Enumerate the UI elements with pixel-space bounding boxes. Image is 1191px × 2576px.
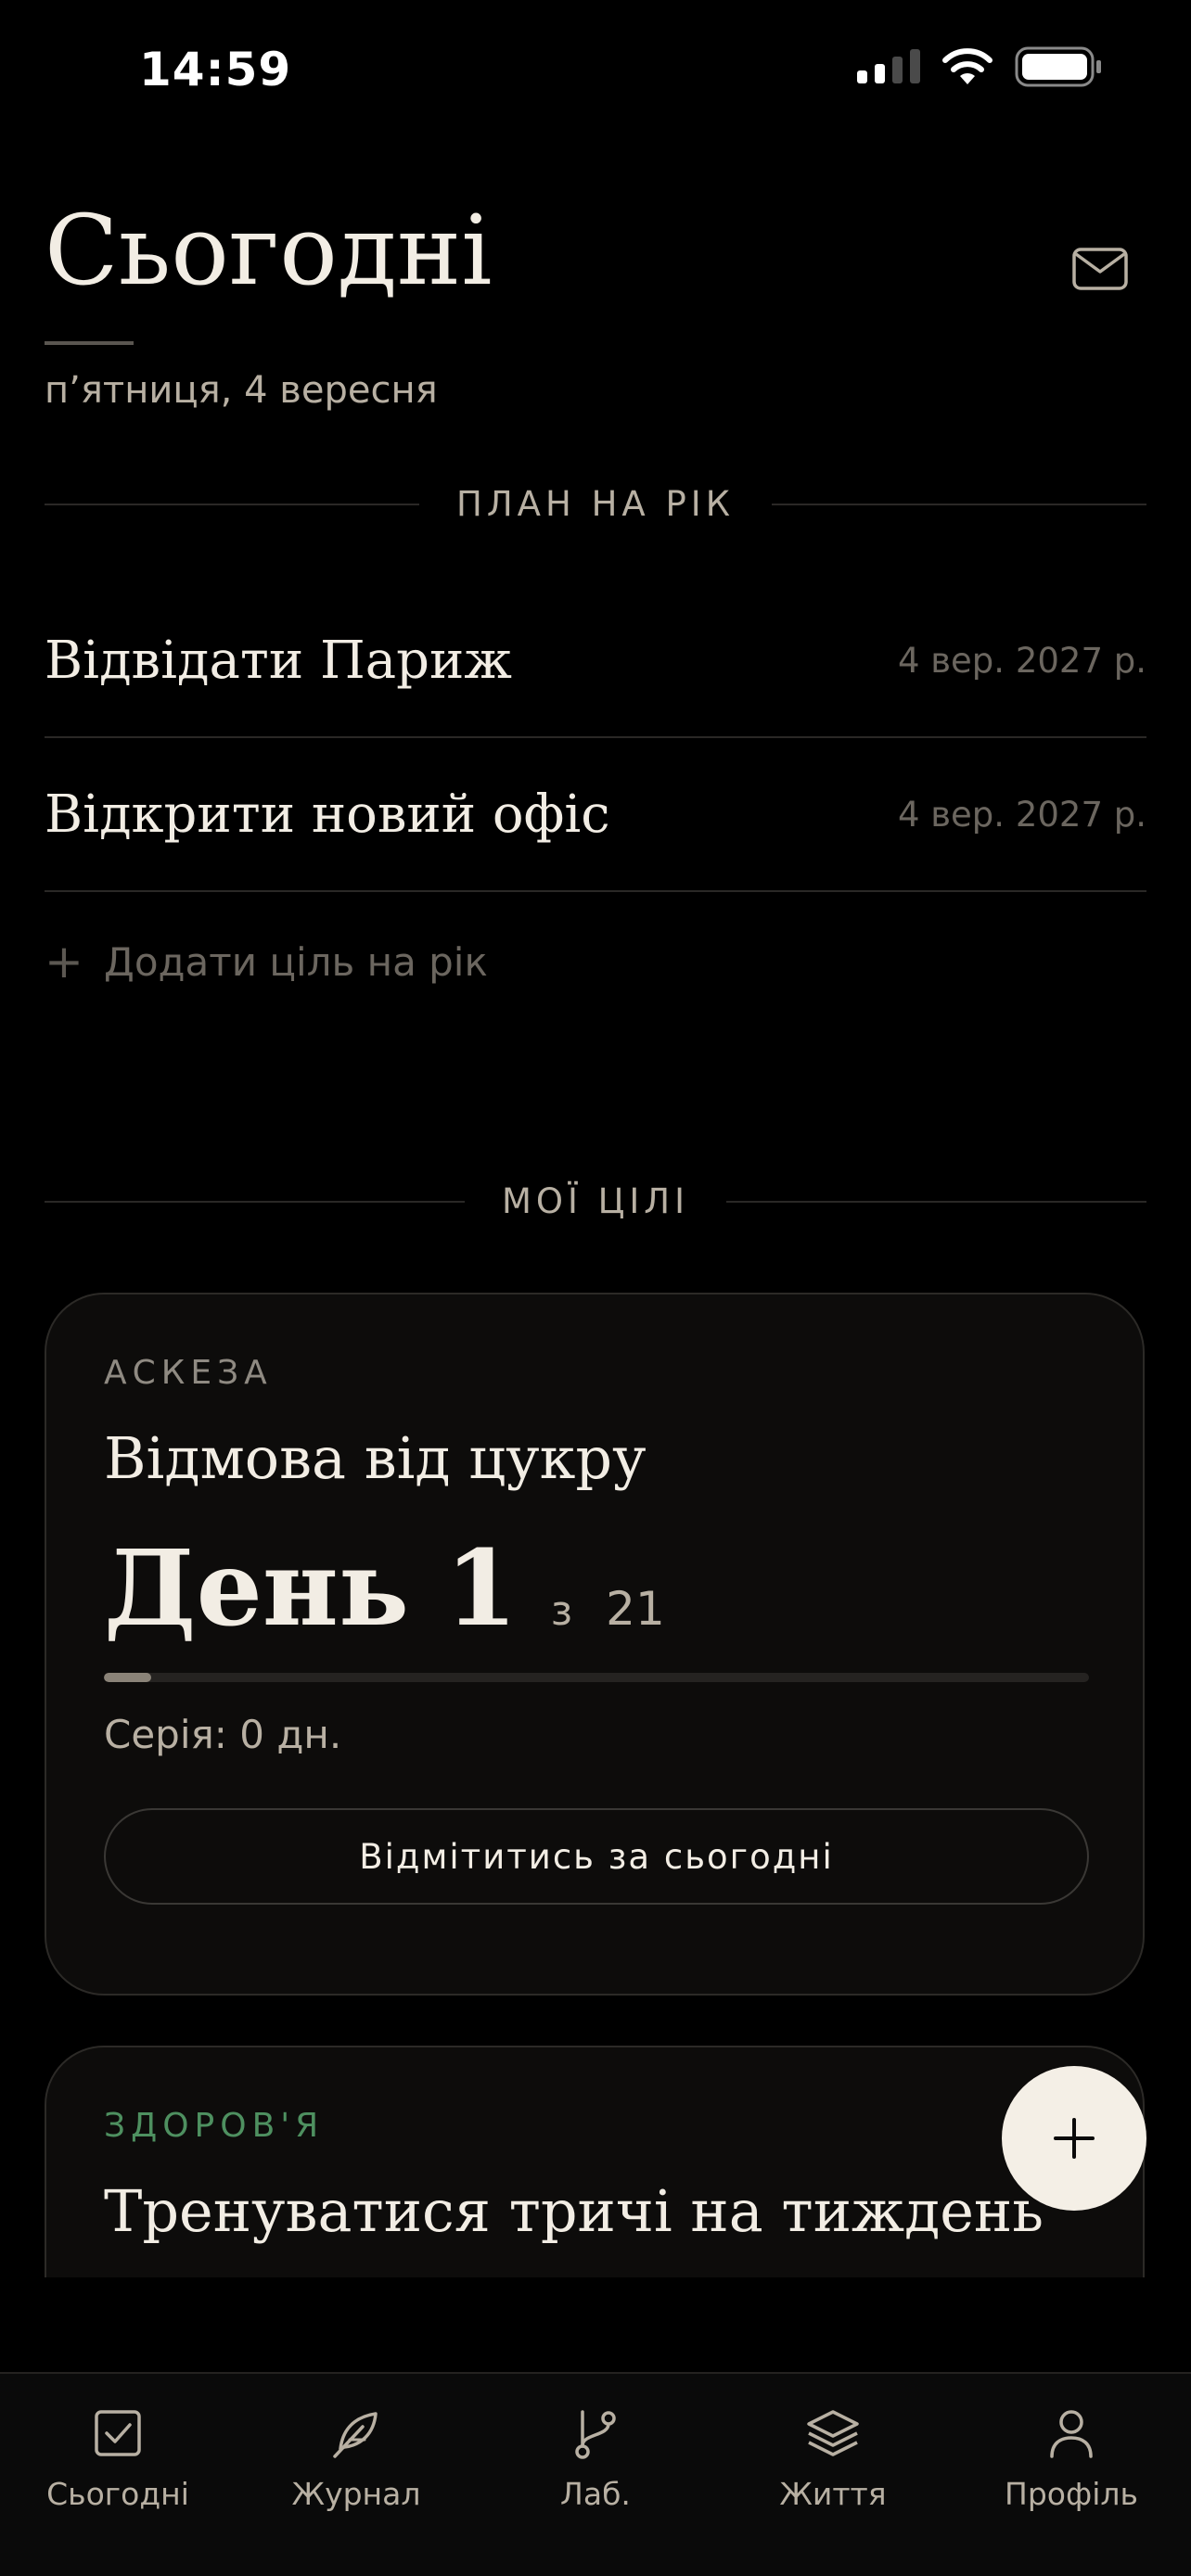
tab-profile[interactable]: Профіль xyxy=(979,2402,1164,2512)
tab-bar: Сьогодні Журнал Лаб. Життя Профіль xyxy=(0,2372,1191,2576)
divider xyxy=(771,503,1146,505)
status-time: 14:59 xyxy=(139,43,292,96)
page-date: п’ятниця, 4 вересня xyxy=(45,369,438,412)
year-goal-title: Відкрити новий офіс xyxy=(45,784,610,845)
progress-bar xyxy=(104,1673,1089,1682)
my-goals-header: МОЇ ЦІЛІ xyxy=(45,1181,1146,1221)
tab-label: Життя xyxy=(779,2476,887,2512)
mail-icon xyxy=(1072,248,1128,290)
year-goal-date: 4 вер. 2027 р. xyxy=(897,640,1146,681)
year-goal-date: 4 вер. 2027 р. xyxy=(897,794,1146,835)
progress-fill xyxy=(104,1673,151,1682)
streak-text: Серія: 0 дн. xyxy=(104,1712,342,1757)
cellular-signal-icon xyxy=(857,49,920,83)
add-year-goal-button[interactable]: + Додати ціль на рік xyxy=(45,938,488,985)
layers-icon xyxy=(807,2410,859,2456)
checkbox-icon xyxy=(95,2410,141,2456)
plus-icon xyxy=(1054,2118,1095,2159)
add-goal-fab[interactable] xyxy=(1002,2066,1146,2211)
divider xyxy=(726,1200,1146,1203)
year-goal-row[interactable]: Відвідати Париж 4 вер. 2027 р. xyxy=(45,584,1146,738)
user-icon xyxy=(1050,2410,1093,2458)
year-goal-row[interactable]: Відкрити новий офіс 4 вер. 2027 р. xyxy=(45,738,1146,892)
tab-journal[interactable]: Журнал xyxy=(263,2402,449,2512)
year-goal-title: Відвідати Париж xyxy=(45,630,512,691)
page-title: Сьогодні xyxy=(45,194,493,307)
goal-category: ЗДОРОВ'Я xyxy=(104,2107,325,2145)
day-counter: День 1 з 21 xyxy=(104,1537,665,1641)
title-underline xyxy=(45,341,134,345)
section-label: ПЛАН НА РІК xyxy=(456,484,735,524)
tab-label: Лаб. xyxy=(560,2476,631,2512)
feather-icon xyxy=(333,2412,378,2458)
tab-life[interactable]: Життя xyxy=(740,2402,926,2512)
day-total: 21 xyxy=(606,1582,665,1636)
day-of-label: з xyxy=(550,1588,573,1635)
checkin-button[interactable]: Відмітитись за сьогодні xyxy=(104,1808,1089,1905)
tab-label: Сьогодні xyxy=(46,2476,189,2512)
day-label: День 1 xyxy=(104,1528,518,1650)
wifi-icon xyxy=(942,48,992,84)
tab-label: Журнал xyxy=(291,2476,421,2512)
goal-title: Тренуватися тричі на тиждень xyxy=(104,2177,1044,2245)
battery-icon xyxy=(1015,46,1101,87)
goal-title: Відмова від цукру xyxy=(104,1424,647,1492)
divider xyxy=(45,503,420,505)
mail-button[interactable] xyxy=(1065,234,1135,304)
branch-icon xyxy=(575,2410,616,2459)
tab-lab[interactable]: Лаб. xyxy=(503,2402,688,2512)
tab-today[interactable]: Сьогодні xyxy=(25,2402,211,2512)
scroll-fade xyxy=(0,2277,1191,2372)
plus-icon: + xyxy=(45,935,83,988)
year-plan-header: ПЛАН НА РІК xyxy=(45,484,1146,524)
status-bar: 14:59 xyxy=(0,0,1191,139)
tab-label: Профіль xyxy=(1005,2476,1138,2512)
section-label: МОЇ ЦІЛІ xyxy=(501,1181,690,1221)
divider xyxy=(45,1200,465,1203)
status-icons xyxy=(857,46,1102,87)
add-year-goal-label: Додати ціль на рік xyxy=(104,938,488,985)
goal-card[interactable]: АСКЕЗА Відмова від цукру День 1 з 21 Сер… xyxy=(45,1293,1145,1996)
goal-category: АСКЕЗА xyxy=(104,1354,273,1392)
